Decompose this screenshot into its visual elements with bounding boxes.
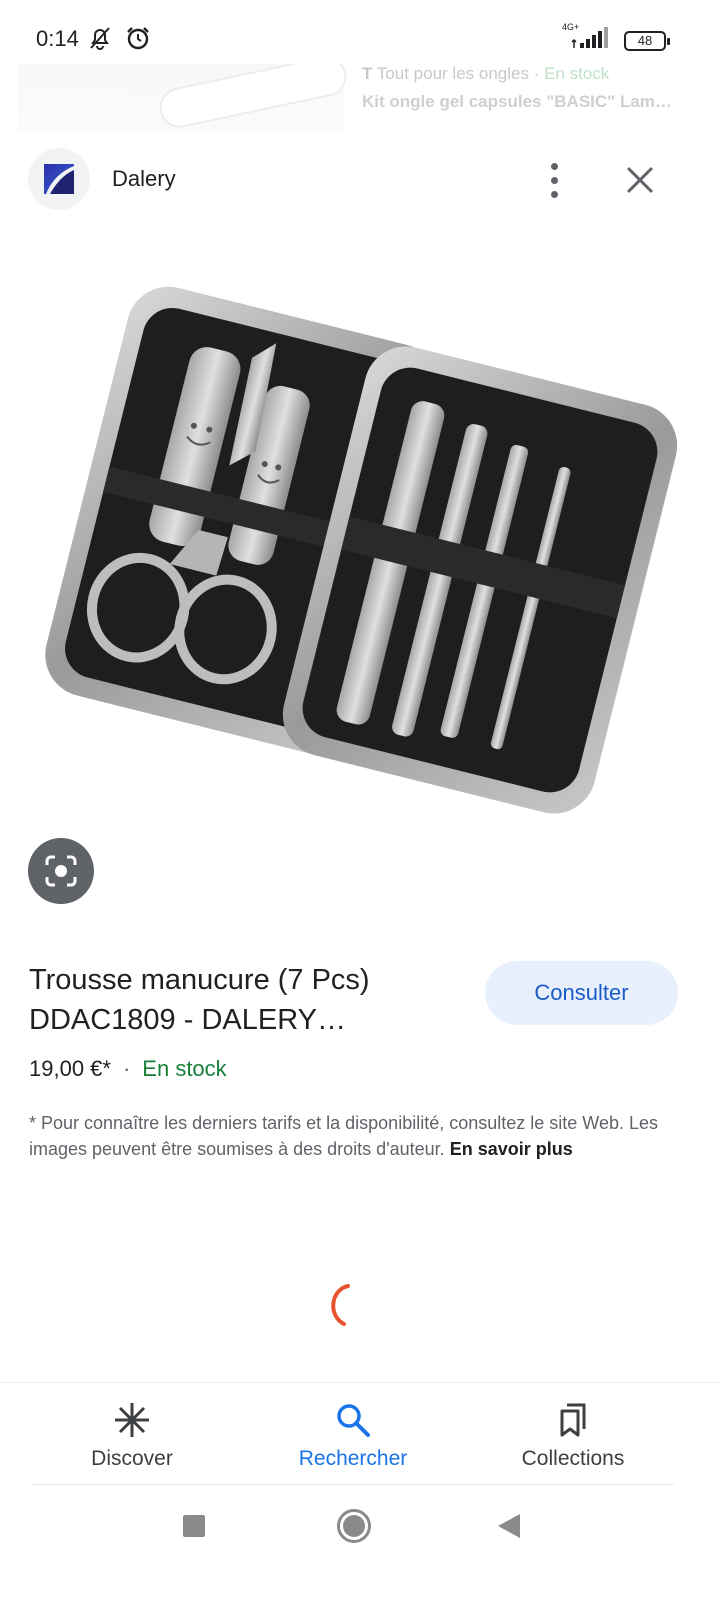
battery-icon: 48: [624, 30, 670, 51]
status-right: 4G+ 48: [562, 22, 670, 55]
more-dot: [550, 176, 558, 184]
product-title[interactable]: Trousse manucure (7 Pcs) DDAC1809 - DALE…: [29, 960, 449, 1040]
system-navigation: [0, 1490, 720, 1600]
status-bar: 0:14 4G+ 48: [0, 0, 720, 64]
stock-status: En stock: [142, 1056, 227, 1081]
nav-collections-label: Collections: [521, 1447, 625, 1470]
source-separator: ·: [528, 64, 545, 83]
back-icon[interactable]: [498, 1514, 520, 1538]
site-name[interactable]: Dalery: [112, 166, 176, 192]
more-options-button[interactable]: [534, 158, 574, 202]
nav-search-label: Rechercher: [298, 1447, 408, 1470]
divider: [32, 1484, 674, 1485]
more-dot: [550, 190, 558, 198]
previous-result-source: T Tout pour les ongles · En stock: [362, 64, 609, 84]
site-logo[interactable]: [28, 148, 90, 210]
price-separator: ·: [122, 1056, 131, 1081]
consult-button[interactable]: Consulter: [485, 961, 678, 1025]
result-header: Dalery: [0, 140, 720, 220]
previous-result-image: [18, 64, 351, 132]
alarm-icon: [127, 27, 149, 50]
bottom-navigation: Discover Rechercher Collections: [0, 1382, 720, 1484]
nav-discover[interactable]: Discover: [32, 1401, 232, 1471]
nav-search[interactable]: Rechercher: [253, 1401, 453, 1471]
recent-apps-icon[interactable]: [183, 1515, 205, 1537]
nav-collections[interactable]: Collections: [473, 1401, 673, 1471]
more-dot: [550, 162, 558, 170]
lens-button[interactable]: [28, 838, 94, 904]
status-icons: [86, 24, 152, 52]
disclaimer: * Pour connaître les derniers tarifs et …: [29, 1110, 679, 1162]
asterisk-icon: [115, 1403, 149, 1437]
signal-icon: 4G+: [562, 22, 614, 55]
price-row: 19,00 €* · En stock: [29, 1056, 227, 1082]
notifications-off-icon: [90, 27, 110, 50]
home-icon[interactable]: [337, 1509, 371, 1543]
collections-icon: [560, 1403, 586, 1437]
source-logo-icon: T: [362, 64, 373, 83]
source-name: Tout pour les ongles: [376, 64, 529, 83]
nav-discover-label: Discover: [91, 1447, 173, 1470]
price: 19,00 €*: [29, 1056, 111, 1081]
learn-more-link[interactable]: En savoir plus: [450, 1139, 573, 1159]
close-icon[interactable]: [620, 160, 660, 200]
status-time: 0:14: [36, 26, 79, 51]
search-icon: [337, 1404, 370, 1437]
dalery-logo-icon: [44, 164, 74, 194]
lens-icon: [45, 855, 77, 887]
previous-result-title: Kit ongle gel capsules "BASIC" Lam…: [362, 92, 672, 111]
previous-stock: En stock: [544, 64, 610, 83]
previous-result[interactable]: T Tout pour les ongles · En stock Kit on…: [0, 64, 720, 134]
loading-spinner-icon: [331, 1284, 350, 1326]
network-type: 4G+: [562, 22, 580, 32]
product-image[interactable]: [0, 250, 720, 870]
